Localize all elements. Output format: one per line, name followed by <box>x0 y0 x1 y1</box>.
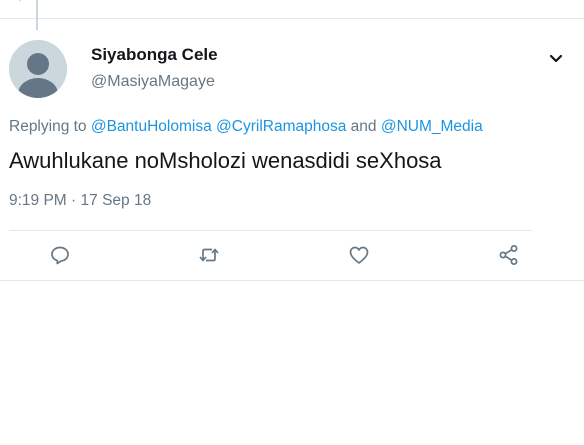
mention-link[interactable]: @CyrilRamaphosa <box>216 118 346 135</box>
tweet-text: Awuhlukane noMsholozi wenasdidi seXhosa <box>9 148 442 173</box>
tweet-date: 17 Sep 18 <box>80 192 152 209</box>
share-icon[interactable] <box>497 243 521 267</box>
tweet-detail-page: Siyabonga Cele @MasiyaMagaye Replying to… <box>0 0 584 445</box>
tweet-timestamp[interactable]: 9:19 PM · 17 Sep 18 <box>9 192 151 210</box>
avatar[interactable] <box>9 40 67 98</box>
reply-icon[interactable] <box>48 243 72 267</box>
default-avatar-icon <box>9 40 67 98</box>
replying-to-line: Replying to @BantuHolomisa @CyrilRamapho… <box>9 118 483 136</box>
replying-to-joiner: and <box>350 118 377 135</box>
retweet-icon[interactable] <box>197 243 221 267</box>
tweet-bottom-border <box>0 280 584 281</box>
author-display-name[interactable]: Siyabonga Cele <box>91 45 218 65</box>
actions-divider <box>9 230 532 231</box>
tweet-time: 9:19 PM <box>9 192 67 209</box>
thread-connector-line <box>36 0 38 30</box>
heart-icon[interactable] <box>347 243 371 267</box>
chevron-down-icon[interactable] <box>547 51 565 65</box>
mention-link[interactable]: @BantuHolomisa <box>91 118 212 135</box>
author-handle[interactable]: @MasiyaMagaye <box>91 73 215 91</box>
replying-to-label: Replying to <box>9 118 87 135</box>
back-arrow-icon[interactable] <box>16 0 26 4</box>
mention-link[interactable]: @NUM_Media <box>381 118 483 135</box>
top-separator <box>0 18 584 19</box>
timestamp-separator: · <box>71 192 77 209</box>
